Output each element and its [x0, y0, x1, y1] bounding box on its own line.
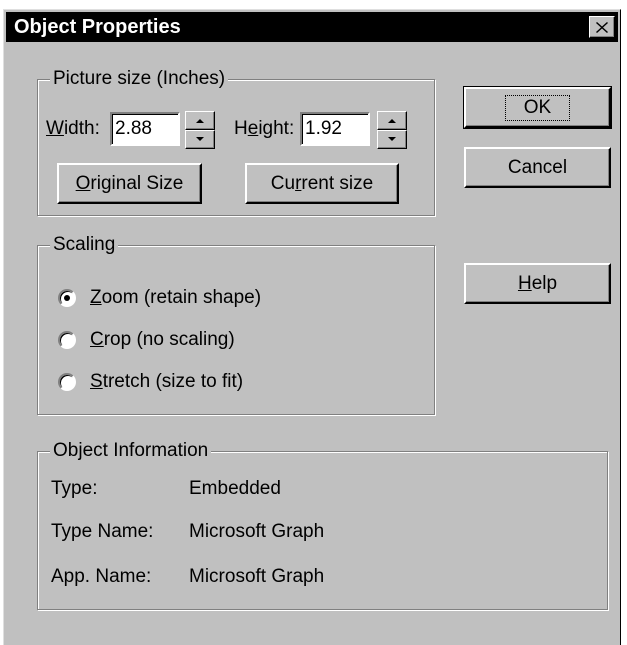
- height-value: 1.92: [305, 118, 342, 139]
- height-label: Height:: [234, 118, 295, 139]
- app-name-label: App. Name:: [51, 566, 152, 587]
- current-size-button[interactable]: Current size: [245, 163, 399, 204]
- width-value: 2.88: [115, 118, 152, 139]
- type-label: Type:: [51, 478, 98, 499]
- width-spin-up[interactable]: [185, 111, 215, 130]
- close-button[interactable]: [589, 16, 615, 38]
- radio-zoom-label[interactable]: Zoom (retain shape): [90, 286, 261, 310]
- up-arrow-icon: [196, 119, 204, 123]
- radio-selected-dot: [64, 295, 70, 301]
- ok-button[interactable]: OK: [463, 86, 612, 129]
- scaling-group-label: Scaling: [50, 234, 119, 256]
- dialog-title: Object Properties: [14, 16, 181, 38]
- original-size-button[interactable]: Original Size: [57, 163, 202, 204]
- original-size-label: Original Size: [75, 172, 184, 194]
- width-label: Width:: [46, 118, 100, 139]
- radio-crop[interactable]: [58, 331, 76, 349]
- object-information-group-label: Object Information: [50, 440, 212, 462]
- current-size-label: Current size: [270, 172, 374, 194]
- picture-size-group-label: Picture size (Inches): [50, 68, 229, 90]
- height-input[interactable]: 1.92: [300, 112, 370, 146]
- title-bar: Object Properties: [6, 12, 618, 42]
- close-icon: [596, 21, 608, 33]
- radio-zoom[interactable]: [58, 289, 76, 307]
- width-spinner[interactable]: [185, 111, 215, 149]
- help-button[interactable]: Help: [464, 263, 611, 304]
- radio-stretch-label[interactable]: Stretch (size to fit): [90, 370, 243, 394]
- up-arrow-icon: [388, 119, 396, 123]
- down-arrow-icon: [196, 137, 204, 141]
- object-properties-dialog: Object Properties Picture size (Inches) …: [3, 9, 621, 645]
- type-name-value: Microsoft Graph: [189, 521, 325, 542]
- radio-crop-label[interactable]: Crop (no scaling): [90, 328, 235, 352]
- help-label: Help: [517, 272, 558, 294]
- width-input[interactable]: 2.88: [110, 112, 180, 146]
- app-name-value: Microsoft Graph: [189, 566, 325, 587]
- ok-label: OK: [504, 94, 571, 121]
- type-value: Embedded: [189, 478, 281, 499]
- down-arrow-icon: [388, 137, 396, 141]
- height-spin-down[interactable]: [377, 130, 407, 149]
- height-spin-up[interactable]: [377, 111, 407, 130]
- width-spin-down[interactable]: [185, 130, 215, 149]
- cancel-button[interactable]: Cancel: [464, 147, 611, 188]
- radio-stretch[interactable]: [58, 373, 76, 391]
- type-name-label: Type Name:: [51, 521, 154, 542]
- cancel-label: Cancel: [507, 156, 568, 178]
- height-spinner[interactable]: [377, 111, 407, 149]
